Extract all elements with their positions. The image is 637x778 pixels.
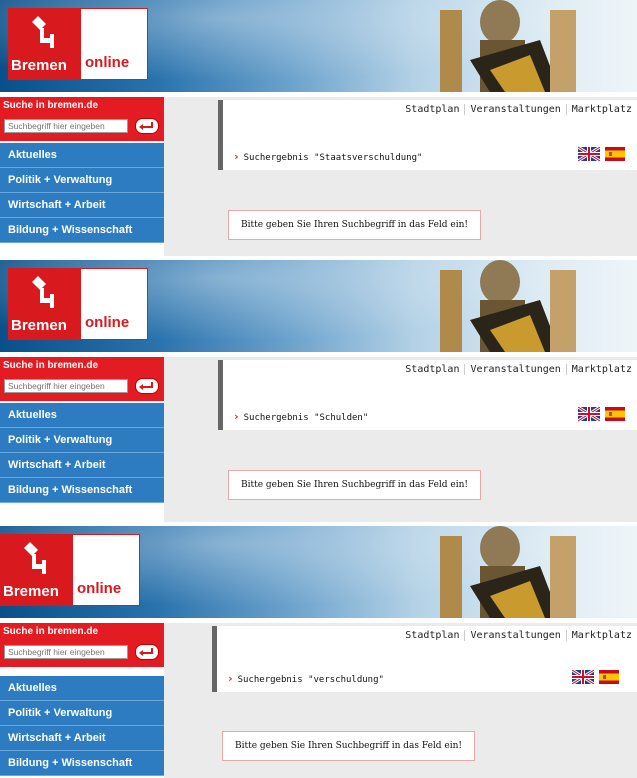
uk-flag-icon[interactable] [578, 147, 600, 161]
search-title: Suche in bremen.de [3, 626, 99, 637]
link-marktplatz[interactable]: Marktplatz [565, 104, 637, 115]
nav-item-bildung-wissenschaft[interactable]: Bildung + Wissenschaft [0, 751, 164, 776]
search-input[interactable] [4, 645, 128, 659]
language-flags [572, 670, 619, 684]
content-header: Stadtplan Veranstaltungen Marktplatz › Su… [212, 626, 637, 692]
logo-word-online: online [85, 54, 130, 71]
search-input[interactable] [4, 119, 128, 133]
return-arrow-icon[interactable] [135, 378, 159, 394]
nav-item-politik-verwaltung[interactable]: Politik + Verwaltung [0, 428, 164, 453]
link-marktplatz[interactable]: Marktplatz [565, 630, 637, 641]
language-flags [578, 407, 625, 421]
link-veranstaltungen[interactable]: Veranstaltungen [464, 364, 565, 375]
roland-statue-image [440, 260, 576, 352]
roland-statue-image [440, 0, 576, 92]
nav-item-aktuelles[interactable]: Aktuelles [0, 676, 164, 701]
nav-item-wirtschaft-arbeit[interactable]: Wirtschaft + Arbeit [0, 193, 164, 218]
spain-flag-icon[interactable] [605, 407, 625, 421]
bremen-online-logo[interactable]: Bremen online [8, 268, 148, 340]
link-marktplatz[interactable]: Marktplatz [565, 364, 637, 375]
logo-word-bremen: Bremen [11, 57, 67, 74]
search-title: Suche in bremen.de [3, 100, 99, 111]
link-veranstaltungen[interactable]: Veranstaltungen [464, 630, 565, 641]
nav-item-wirtschaft-arbeit[interactable]: Wirtschaft + Arbeit [0, 453, 164, 478]
language-flags [578, 147, 625, 161]
search-result-heading: › Suchergebnis "verschuldung" [227, 672, 384, 685]
search-title: Suche in bremen.de [3, 360, 99, 371]
info-message: Bitte geben Sie Ihren Suchbegriff in das… [222, 731, 476, 761]
chevron-right-icon: › [227, 672, 234, 685]
logo-white-block: online [80, 268, 148, 340]
main-nav: Aktuelles Politik + Verwaltung Wirtschaf… [0, 403, 164, 503]
screenshot-panel-3: Bremen online Suche in bremen.de Aktuell… [0, 526, 637, 778]
chevron-right-icon: › [233, 410, 240, 423]
search-box: Suche in bremen.de [0, 97, 164, 141]
logo-word-online: online [85, 314, 130, 331]
info-message: Bitte geben Sie Ihren Suchbegriff in das… [228, 470, 482, 500]
logo-word-bremen: Bremen [11, 317, 67, 334]
spain-flag-icon[interactable] [599, 670, 619, 684]
main-nav: Aktuelles Politik + Verwaltung Wirtschaf… [0, 676, 164, 776]
link-stadtplan[interactable]: Stadtplan [400, 364, 464, 375]
bremen-key-icon [32, 276, 54, 308]
nav-item-politik-verwaltung[interactable]: Politik + Verwaltung [0, 701, 164, 726]
search-input[interactable] [4, 379, 128, 393]
nav-item-bildung-wissenschaft[interactable]: Bildung + Wissenschaft [0, 478, 164, 503]
content-header: Stadtplan Veranstaltungen Marktplatz › Su… [218, 100, 637, 170]
top-nav: Stadtplan Veranstaltungen Marktplatz [400, 364, 637, 375]
logo-white-block: online [72, 534, 140, 606]
info-message: Bitte geben Sie Ihren Suchbegriff in das… [228, 210, 482, 240]
search-result-heading: › Suchergebnis "Schulden" [233, 410, 368, 423]
roland-statue-image [440, 526, 576, 618]
nav-item-aktuelles[interactable]: Aktuelles [0, 143, 164, 168]
content-header: Stadtplan Veranstaltungen Marktplatz › Su… [218, 360, 637, 430]
screenshot-panel-2: Bremen online Suche in bremen.de Aktuell… [0, 260, 637, 522]
bremen-key-icon [32, 16, 54, 48]
search-result-heading: › Suchergebnis "Staatsverschuldung" [233, 150, 422, 163]
top-nav: Stadtplan Veranstaltungen Marktplatz [400, 630, 637, 641]
bremen-key-icon [24, 542, 46, 574]
nav-item-politik-verwaltung[interactable]: Politik + Verwaltung [0, 168, 164, 193]
logo-word-bremen: Bremen [3, 583, 59, 600]
logo-red-block: Bremen [8, 268, 80, 340]
uk-flag-icon[interactable] [578, 407, 600, 421]
top-nav: Stadtplan Veranstaltungen Marktplatz [400, 104, 637, 115]
search-box: Suche in bremen.de [0, 357, 164, 401]
main-nav: Aktuelles Politik + Verwaltung Wirtschaf… [0, 143, 164, 243]
screenshot-panel-1: Bremen online Suche in bremen.de Aktuell… [0, 0, 637, 256]
link-stadtplan[interactable]: Stadtplan [400, 630, 464, 641]
logo-red-block: Bremen [8, 8, 80, 80]
return-arrow-icon[interactable] [135, 644, 159, 660]
logo-red-block: Bremen [0, 534, 72, 606]
result-text: Suchergebnis "Schulden" [243, 413, 369, 423]
uk-flag-icon[interactable] [572, 670, 594, 684]
bremen-online-logo[interactable]: Bremen online [0, 534, 140, 606]
search-box: Suche in bremen.de [0, 623, 164, 667]
link-veranstaltungen[interactable]: Veranstaltungen [464, 104, 565, 115]
logo-word-online: online [77, 580, 122, 597]
nav-item-aktuelles[interactable]: Aktuelles [0, 403, 164, 428]
chevron-right-icon: › [233, 150, 240, 163]
bremen-online-logo[interactable]: Bremen online [8, 8, 148, 80]
result-text: Suchergebnis "verschuldung" [237, 675, 384, 685]
link-stadtplan[interactable]: Stadtplan [400, 104, 464, 115]
result-text: Suchergebnis "Staatsverschuldung" [243, 153, 423, 163]
nav-item-wirtschaft-arbeit[interactable]: Wirtschaft + Arbeit [0, 726, 164, 751]
spain-flag-icon[interactable] [605, 147, 625, 161]
logo-white-block: online [80, 8, 148, 80]
nav-item-bildung-wissenschaft[interactable]: Bildung + Wissenschaft [0, 218, 164, 243]
return-arrow-icon[interactable] [135, 118, 159, 134]
